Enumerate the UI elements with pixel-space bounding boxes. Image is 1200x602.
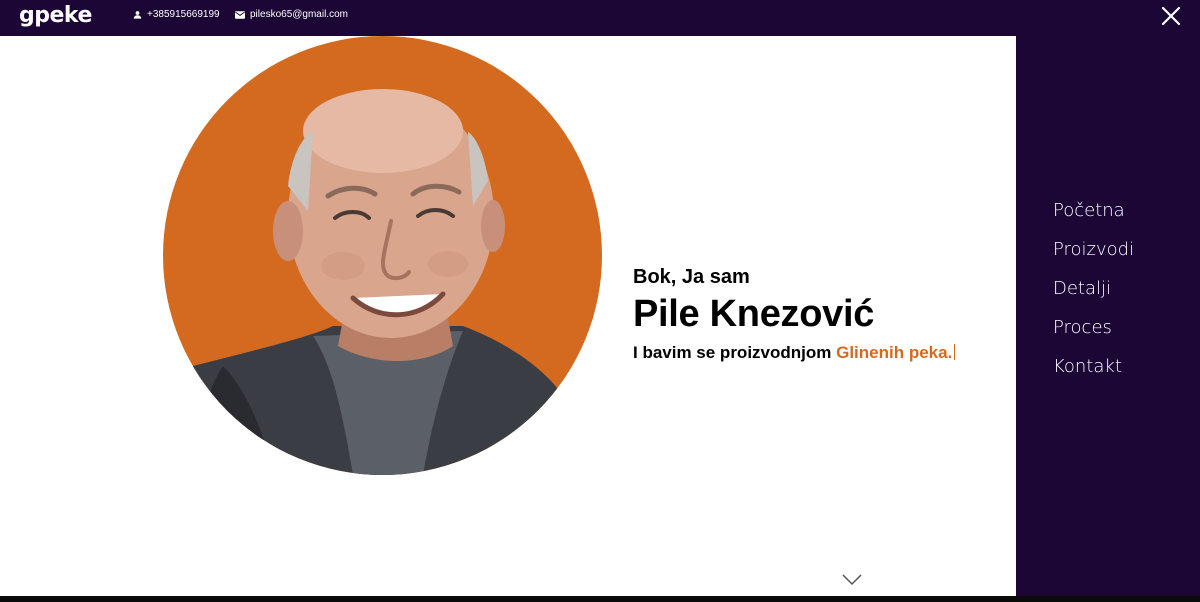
- bottom-strip: [0, 596, 1200, 602]
- phone-contact[interactable]: +385915669199: [133, 9, 220, 20]
- mail-icon: [235, 10, 245, 19]
- scroll-down-button[interactable]: [841, 573, 863, 587]
- portrait-illustration: [163, 89, 602, 475]
- nav-item-proizvodi[interactable]: Proizvodi: [1053, 239, 1134, 278]
- person-name: Pile Knezović: [633, 293, 875, 335]
- chevron-down-icon: [842, 574, 862, 586]
- intro-block: Bok, Ja sam Pile Knezović I bavim se pro…: [633, 266, 956, 363]
- email-contact[interactable]: pilesko65@gmail.com: [235, 9, 348, 20]
- close-icon: [1161, 6, 1181, 26]
- nav-item-pocetna[interactable]: Početna: [1053, 200, 1134, 239]
- tagline-prefix: I bavim se proizvodnjom: [633, 343, 832, 362]
- hero-section: Bok, Ja sam Pile Knezović I bavim se pro…: [0, 36, 1016, 596]
- typing-cursor: [954, 344, 956, 360]
- close-menu-button[interactable]: [1160, 5, 1182, 27]
- nav-item-detalji[interactable]: Detalji: [1053, 278, 1134, 317]
- tagline: I bavim se proizvodnjom Glinenih peka.: [633, 343, 956, 363]
- email-address: pilesko65@gmail.com: [250, 9, 348, 20]
- tagline-accent: Glinenih peka.: [836, 343, 953, 362]
- top-bar: gpeke +385915669199 pilesko65@gmail.com: [0, 0, 1200, 36]
- greeting-text: Bok, Ja sam: [633, 266, 750, 288]
- site-logo[interactable]: gpeke: [19, 3, 92, 28]
- nav-item-kontakt[interactable]: Kontakt: [1053, 356, 1134, 395]
- person-icon: [133, 11, 142, 19]
- nav-list: Početna Proizvodi Detalji Proces Kontakt: [1053, 200, 1134, 395]
- nav-item-proces[interactable]: Proces: [1053, 317, 1134, 356]
- profile-photo: [163, 36, 602, 475]
- phone-number: +385915669199: [147, 9, 220, 20]
- sidebar-menu: Početna Proizvodi Detalji Proces Kontakt: [1016, 36, 1200, 596]
